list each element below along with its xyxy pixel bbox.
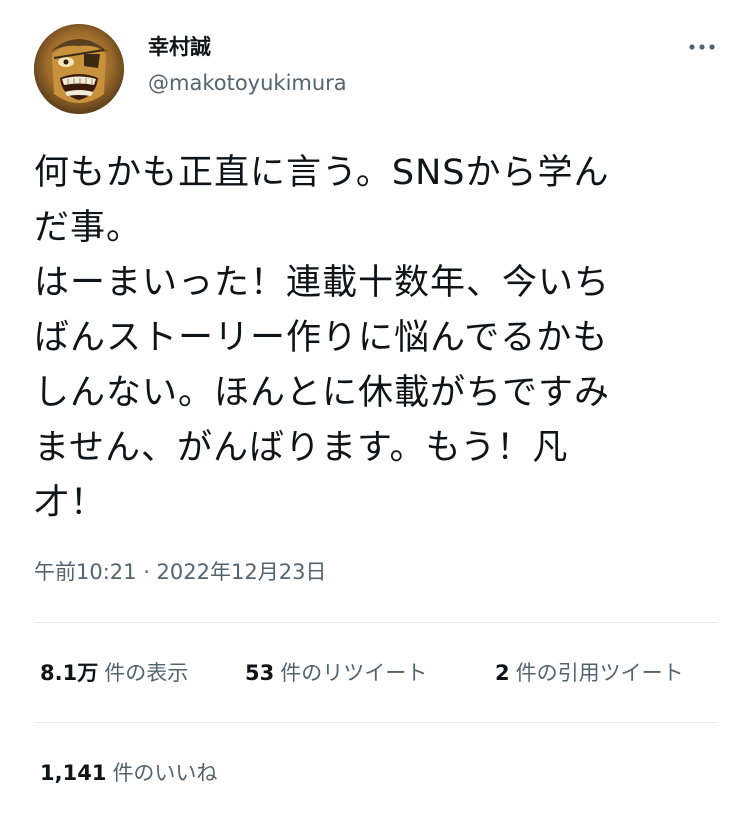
tweet-text-line: しんない。ほんとに休載がちですみ xyxy=(34,373,611,413)
avatar[interactable] xyxy=(34,24,124,114)
tweet-text-line: ばんストーリー作りに悩んでるかも xyxy=(34,318,609,358)
quotes-count: 2 xyxy=(495,661,510,685)
views-label: 件の表示 xyxy=(104,661,189,685)
tweet-text-line: 何もかも正直に言う。SNSから学ん xyxy=(34,153,610,193)
retweets-label: 件のリツイート xyxy=(280,661,428,685)
tweet-text-line: ません、がんばります。もう！凡 xyxy=(34,428,569,468)
author-names: 幸村誠 @makotoyukimura xyxy=(148,32,347,98)
quotes-stat[interactable]: 2 件の引用ツイート xyxy=(495,656,684,690)
tweet-text-line: はーまいった！連載十数年、今いち xyxy=(34,263,611,303)
tweet-text-line: 才！ xyxy=(34,483,107,523)
tweet-text: 何もかも正直に言う。SNSから学ん だ事。 はーまいった！連載十数年、今いち ば… xyxy=(34,146,724,531)
likes-count: 1,141 xyxy=(40,761,107,785)
likes-stat[interactable]: 1,141 件のいいね xyxy=(40,756,217,790)
tweet-stats: 8.1万 件の表示 53 件のリツイート 2 件の引用ツイート xyxy=(40,656,730,690)
divider xyxy=(34,722,718,723)
views-count: 8.1万 xyxy=(40,661,99,685)
author-handle[interactable]: @makotoyukimura xyxy=(148,68,347,98)
more-horizontal-icon[interactable] xyxy=(684,34,720,60)
likes-label: 件のいいね xyxy=(112,761,218,785)
tweet-header: 幸村誠 @makotoyukimura xyxy=(34,24,724,116)
tweet-timestamp[interactable]: 午前10:21 · 2022年12月23日 xyxy=(34,556,326,588)
views-stat[interactable]: 8.1万 件の表示 xyxy=(40,656,188,690)
divider xyxy=(34,622,718,623)
retweets-stat[interactable]: 53 件のリツイート xyxy=(245,656,427,690)
tweet-text-line: だ事。 xyxy=(34,208,143,248)
author-display-name[interactable]: 幸村誠 xyxy=(148,32,347,62)
retweets-count: 53 xyxy=(245,661,275,685)
quotes-label: 件の引用ツイート xyxy=(515,661,684,685)
